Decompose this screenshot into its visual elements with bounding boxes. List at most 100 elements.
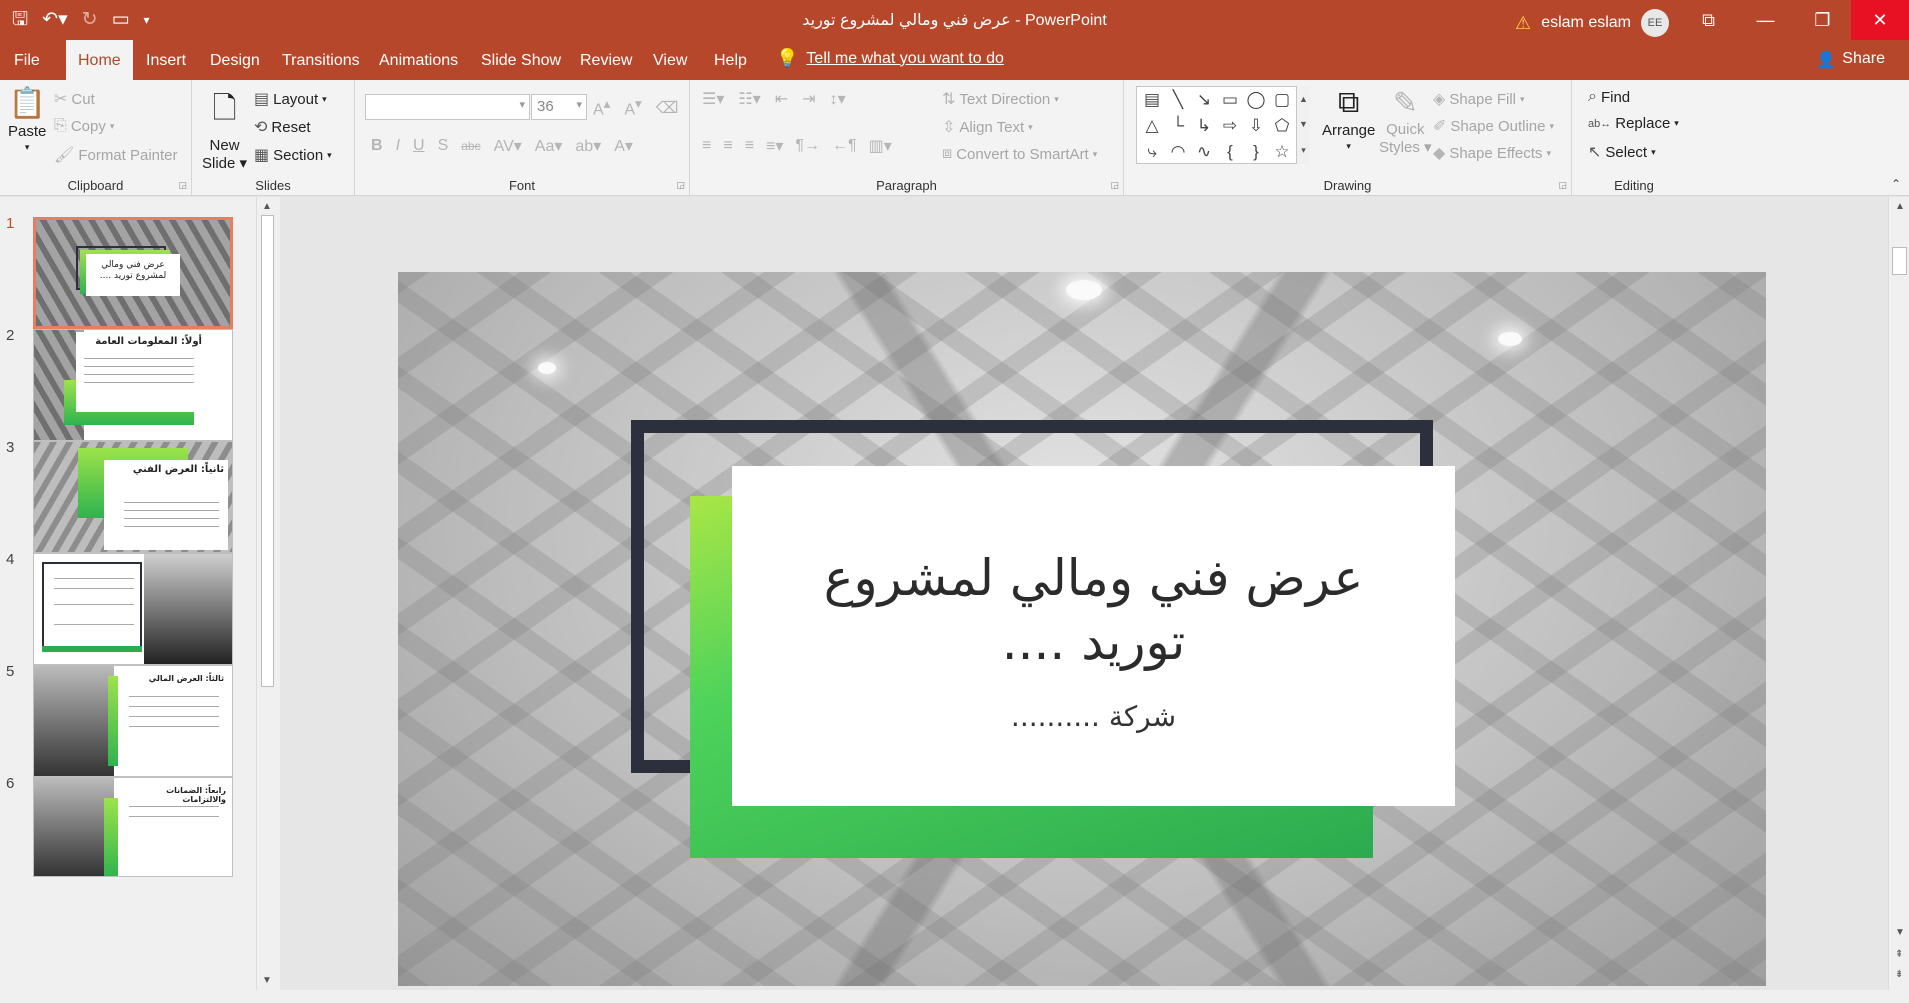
scroll-up-icon[interactable]: ▲ — [1895, 201, 1905, 212]
change-case-icon[interactable]: Aa▾ — [535, 136, 563, 156]
slide-scrollbar[interactable]: ▲ ▼ ⇞ ⇟ — [1888, 197, 1909, 990]
thumbnail-scrollbar[interactable]: ▲ ▼ — [256, 197, 276, 990]
user-name[interactable]: eslam eslam — [1541, 14, 1631, 32]
user-area[interactable]: ⚠ eslam eslam EE — [1515, 9, 1669, 37]
font-color-icon[interactable]: A▾ — [614, 136, 633, 156]
character-spacing-icon[interactable]: AV▾ — [494, 136, 522, 156]
right-arrow-shape-icon[interactable]: ⇨ — [1217, 113, 1243, 139]
ribbon-display-options-icon[interactable]: ⧉ — [1680, 0, 1737, 40]
format-painter-button[interactable]: 🖌 Format Painter — [54, 145, 178, 165]
oval-shape-icon[interactable]: ◯ — [1243, 87, 1269, 113]
slide-thumbnail-6[interactable]: رابعاً: الضمانات والالتزامات — [33, 777, 233, 877]
curved-connector-shape-icon[interactable]: ⤷ — [1139, 139, 1165, 165]
paste-button[interactable]: 📋 Paste ▾ — [8, 86, 46, 153]
elbow-arrow-shape-icon[interactable]: ↳ — [1191, 113, 1217, 139]
curve-shape-icon[interactable]: ∿ — [1191, 139, 1217, 165]
bullets-icon[interactable]: ☰▾ — [702, 89, 724, 109]
select-button[interactable]: ↖ Select ▾ — [1588, 142, 1656, 162]
slide-thumbnail-2[interactable]: أولاً: المعلومات العامة — [33, 329, 233, 441]
slide-thumbnail-4[interactable] — [33, 553, 233, 665]
triangle-shape-icon[interactable]: △ — [1139, 113, 1165, 139]
shapes-gallery[interactable]: ▤ ╲ ↘ ▭ ◯ ▢ △ └ ↳ ⇨ ⇩ ⬠ ⤷ ◠ ∿ { } ☆ — [1136, 86, 1310, 164]
slide-thumbnail-5[interactable]: ثالثاً: العرض المالي — [33, 665, 233, 777]
slide-thumbnail-1[interactable]: عرض فني ومالي لمشروع توريد .... — [33, 217, 233, 329]
columns-icon[interactable]: ▥▾ — [869, 136, 892, 156]
collapse-ribbon-icon[interactable]: ⌃ — [1891, 177, 1901, 191]
section-button[interactable]: ▦ Section ▾ — [254, 145, 332, 165]
arc-shape-icon[interactable]: ◠ — [1165, 139, 1191, 165]
scrollbar-thumb[interactable] — [1892, 247, 1907, 275]
more-icon[interactable]: ▾ — [1301, 145, 1306, 156]
highlight-icon[interactable]: ab▾ — [575, 136, 601, 156]
previous-slide-icon[interactable]: ⇞ — [1895, 949, 1903, 960]
chevron-down-icon[interactable]: ▼ — [1299, 119, 1308, 129]
clear-formatting-icon[interactable]: ⌫ — [656, 98, 679, 118]
dialog-launcher-icon[interactable]: ◲ — [1558, 180, 1567, 191]
increase-font-size-icon[interactable]: A▴ — [593, 96, 610, 119]
slide-thumbnail-3[interactable]: ثانياً: العرض الفني — [33, 441, 233, 553]
justify-icon[interactable]: ≡▾ — [766, 136, 783, 156]
ltr-icon[interactable]: ¶→ — [795, 137, 820, 155]
slide-title[interactable]: عرض فني ومالي لمشروع توريد .... — [732, 546, 1455, 674]
rtl-icon[interactable]: ←¶ — [832, 137, 857, 155]
cut-button[interactable]: ✂ Cut — [54, 89, 95, 109]
tab-view[interactable]: View — [641, 40, 699, 80]
italic-icon[interactable]: I — [396, 137, 400, 155]
textbox-shape-icon[interactable]: ▤ — [1139, 87, 1165, 113]
arrange-button[interactable]: ⧉ Arrange ▾ — [1322, 86, 1375, 152]
tab-insert[interactable]: Insert — [134, 40, 198, 80]
slide-title-line-2[interactable]: توريد .... — [732, 610, 1455, 674]
tab-transitions[interactable]: Transitions — [270, 40, 372, 80]
font-size-field[interactable]: 36 ▾ — [531, 94, 587, 120]
dialog-launcher-icon[interactable]: ◲ — [676, 180, 685, 191]
share-button[interactable]: 👤 Share — [1816, 50, 1885, 70]
tab-slide-show[interactable]: Slide Show — [469, 40, 573, 80]
star-shape-icon[interactable]: ☆ — [1269, 139, 1295, 165]
tab-design[interactable]: Design — [198, 40, 272, 80]
avatar[interactable]: EE — [1641, 9, 1669, 37]
next-slide-icon[interactable]: ⇟ — [1895, 969, 1903, 980]
increase-indent-icon[interactable]: ⇥ — [802, 89, 815, 109]
align-left-icon[interactable]: ≡ — [702, 137, 711, 155]
warning-icon[interactable]: ⚠ — [1515, 13, 1531, 34]
restore-icon[interactable]: ❐ — [1794, 0, 1851, 40]
slide-title-line-1[interactable]: عرض فني ومالي لمشروع — [732, 546, 1455, 610]
minimize-icon[interactable]: — — [1737, 0, 1794, 40]
snip-shape-icon[interactable]: ⬠ — [1269, 113, 1295, 139]
dialog-launcher-icon[interactable]: ◲ — [1110, 180, 1119, 191]
font-name-field[interactable]: ▾ — [365, 94, 530, 120]
shape-effects-button[interactable]: ◆ Shape Effects ▾ — [1433, 143, 1551, 163]
rounded-rect-shape-icon[interactable]: ▢ — [1269, 87, 1295, 113]
quick-styles-button[interactable]: ✎ Quick Styles ▾ — [1379, 86, 1432, 156]
chevron-up-icon[interactable]: ▲ — [1299, 94, 1308, 104]
elbow-connector-shape-icon[interactable]: └ — [1165, 113, 1191, 139]
line-spacing-icon[interactable]: ↕▾ — [830, 89, 846, 109]
tab-file[interactable]: File — [2, 40, 52, 80]
scroll-up-icon[interactable]: ▲ — [262, 201, 272, 212]
strikethrough-icon[interactable]: abc — [461, 139, 480, 153]
align-center-icon[interactable]: ≡ — [723, 137, 732, 155]
convert-smartart-button[interactable]: ⧈ Convert to SmartArt ▾ — [942, 145, 1097, 163]
numbering-icon[interactable]: ☷▾ — [738, 89, 760, 109]
decrease-indent-icon[interactable]: ⇤ — [775, 89, 788, 109]
slide-title-card[interactable]: عرض فني ومالي لمشروع توريد .... شركة ...… — [732, 466, 1455, 806]
arrow-line-shape-icon[interactable]: ↘ — [1191, 87, 1217, 113]
tell-me-search[interactable]: 💡 Tell me what you want to do — [776, 48, 1004, 69]
scroll-down-icon[interactable]: ▼ — [1895, 927, 1905, 938]
replace-button[interactable]: ab↔ Replace ▾ — [1588, 115, 1679, 132]
bold-icon[interactable]: B — [371, 137, 383, 155]
shapes-gallery-scroll[interactable]: ▲ ▼ ▾ — [1296, 86, 1310, 164]
slide-subtitle[interactable]: شركة .......... — [732, 700, 1455, 733]
underline-icon[interactable]: U — [413, 137, 425, 155]
line-shape-icon[interactable]: ╲ — [1165, 87, 1191, 113]
tab-help[interactable]: Help — [702, 40, 759, 80]
tell-me-text[interactable]: Tell me what you want to do — [806, 50, 1003, 68]
text-direction-button[interactable]: ⇅ Text Direction ▾ — [942, 89, 1059, 109]
shape-outline-button[interactable]: ✐ Shape Outline ▾ — [1433, 116, 1554, 136]
align-text-button[interactable]: ⇳ Align Text ▾ — [942, 117, 1033, 137]
down-arrow-shape-icon[interactable]: ⇩ — [1243, 113, 1269, 139]
tab-home[interactable]: Home — [66, 40, 133, 80]
new-slide-button[interactable]: 🗋 New Slide ▾ — [202, 86, 247, 172]
reset-button[interactable]: ⟲ Reset — [254, 117, 311, 137]
copy-button[interactable]: ⎘ Copy ▾ — [54, 117, 114, 135]
